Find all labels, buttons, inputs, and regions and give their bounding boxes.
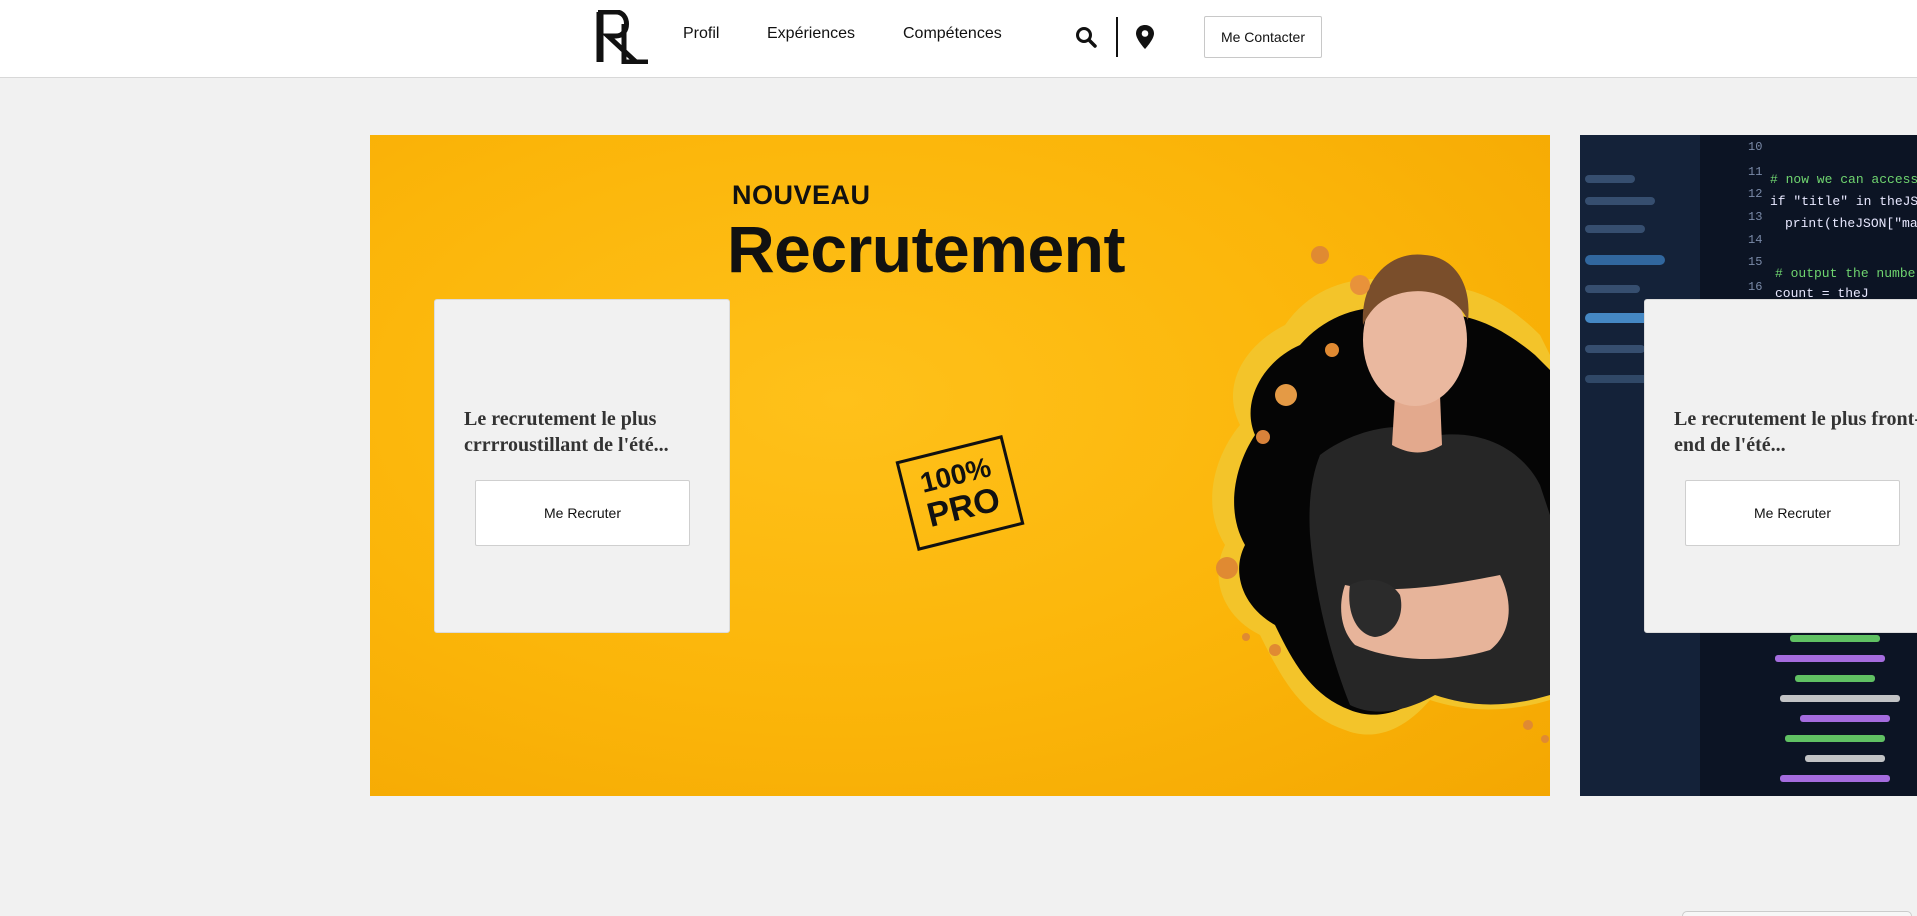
svg-text:print(theJSON["ma: print(theJSON["ma xyxy=(1785,216,1917,231)
svg-text:12: 12 xyxy=(1748,187,1762,201)
nav-link-experiences[interactable]: Expériences xyxy=(767,25,855,43)
svg-text:if "title" in theJS: if "title" in theJS xyxy=(1770,194,1917,209)
promo-card: Le recrutement le plus crrrroustillant d… xyxy=(434,299,730,633)
promo-card: Le recrutement le plus front-end de l'ét… xyxy=(1644,299,1917,633)
site-header: Profil Expériences Compétences Me Contac… xyxy=(0,0,1917,78)
recruit-button[interactable]: Me Recruter xyxy=(475,480,690,546)
pro-stamp-badge: 100% PRO xyxy=(895,435,1025,551)
svg-text:10: 10 xyxy=(1748,140,1762,154)
promo-card-text: Le recrutement le plus front-end de l'ét… xyxy=(1674,408,1917,456)
nav-link-competences[interactable]: Compétences xyxy=(903,25,1002,43)
map-pin-icon[interactable] xyxy=(1135,24,1155,50)
promo-card-text: Le recrutement le plus crrrroustillant d… xyxy=(464,408,669,456)
person-photo xyxy=(1212,246,1550,743)
nav-link-profil[interactable]: Profil xyxy=(683,25,719,43)
recruit-button[interactable]: Me Recruter xyxy=(1685,480,1900,546)
svg-text:# output the number: # output the number xyxy=(1775,266,1917,281)
carousel-slide-recrutement: NOUVEAU Recrutement 100% PRO Le recrutem… xyxy=(370,135,1550,796)
search-icon[interactable] xyxy=(1074,25,1098,49)
svg-text:13: 13 xyxy=(1748,210,1762,224)
carousel-slide-code: 10 11 12 13 14 15 16 # now we can access if … xyxy=(1580,135,1917,796)
contact-button[interactable]: Me Contacter xyxy=(1204,16,1322,58)
svg-text:11: 11 xyxy=(1748,165,1762,179)
svg-text:16: 16 xyxy=(1748,280,1762,294)
svg-text:14: 14 xyxy=(1748,233,1762,247)
slide-kicker: NOUVEAU xyxy=(732,180,871,210)
svg-text:15: 15 xyxy=(1748,255,1762,269)
header-divider xyxy=(1116,17,1118,57)
rl-logo-icon[interactable] xyxy=(596,10,650,64)
bottom-element-edge xyxy=(1682,911,1912,916)
slide-headline: Recrutement xyxy=(727,212,1125,286)
svg-text:# now we can access: # now we can access xyxy=(1770,172,1917,187)
